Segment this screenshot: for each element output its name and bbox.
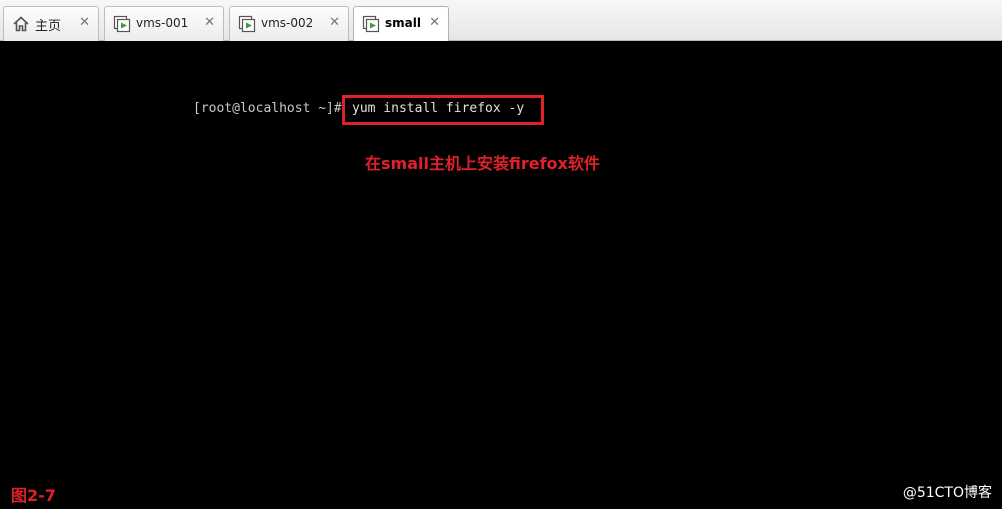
close-icon[interactable]: ✕	[79, 15, 90, 31]
home-icon	[13, 16, 29, 32]
command-highlight-box	[342, 95, 544, 125]
tab-vms-001[interactable]: vms-001 ✕	[104, 6, 224, 41]
close-icon[interactable]: ✕	[429, 15, 440, 31]
tab-vms-002[interactable]: vms-002 ✕	[229, 6, 349, 41]
vm-icon	[113, 15, 131, 33]
vm-icon	[238, 15, 256, 33]
close-icon[interactable]: ✕	[329, 15, 340, 31]
vm-tab-bar: 主页 ✕ vms-001 ✕ vms-002 ✕ small ✕	[0, 0, 1002, 42]
tab-label: vms-001	[136, 16, 189, 30]
tab-home[interactable]: 主页 ✕	[3, 6, 99, 41]
shell-prompt: [root@localhost ~]#	[193, 101, 342, 116]
annotation-text: 在small主机上安装firefox软件	[365, 154, 600, 173]
tab-label: 主页	[35, 19, 62, 34]
close-icon[interactable]: ✕	[204, 15, 215, 31]
watermark: @51CTO博客	[902, 485, 992, 501]
tab-small[interactable]: small ✕	[353, 6, 449, 42]
tab-label: vms-002	[261, 16, 314, 30]
figure-label: 图2-7	[11, 486, 56, 505]
vm-icon	[362, 15, 380, 33]
tab-label: small	[385, 16, 421, 30]
